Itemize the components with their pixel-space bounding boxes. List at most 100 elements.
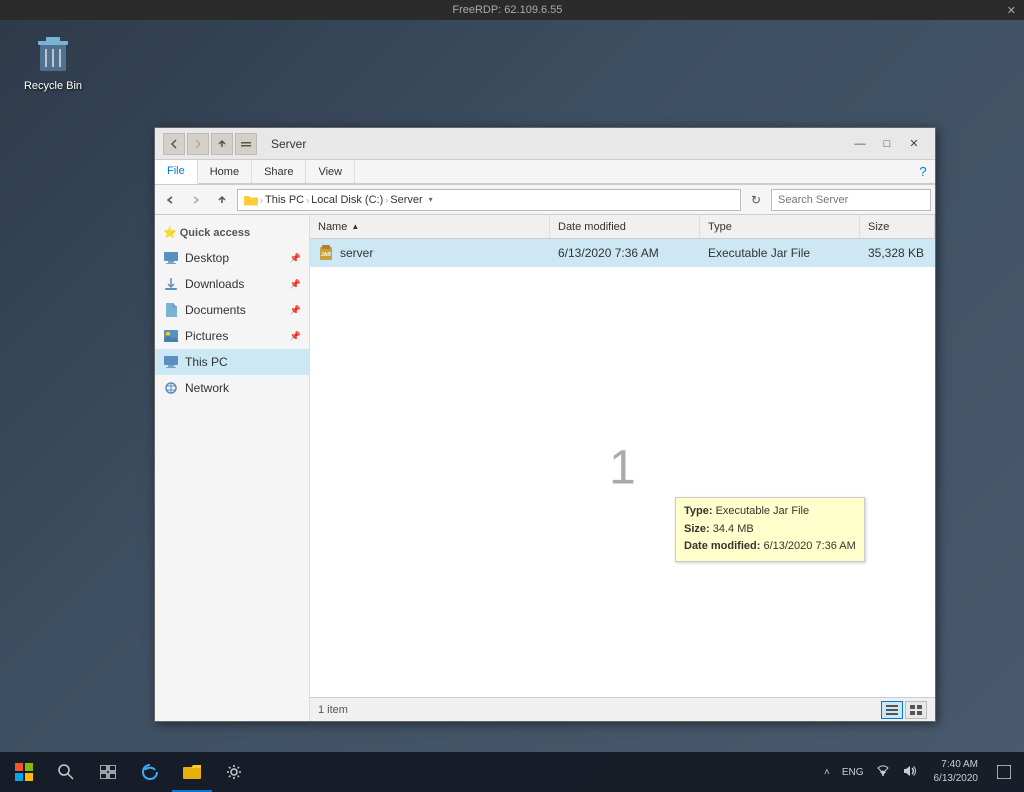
file-name: server — [340, 246, 373, 260]
tab-share[interactable]: Share — [252, 160, 306, 183]
pictures-icon — [163, 328, 179, 344]
status-bar: 1 item — [310, 697, 935, 721]
addr-local-disk[interactable]: Local Disk (C:) — [311, 194, 383, 206]
start-button[interactable] — [4, 752, 44, 792]
col-date-label: Date modified — [558, 221, 626, 233]
table-row[interactable]: JAR server 6/13/2020 7:36 AM Executable … — [310, 239, 935, 267]
file-list-body: JAR server 6/13/2020 7:36 AM Executable … — [310, 239, 935, 697]
explorer-window: Server — □ ✕ File Home Share View ? — [154, 127, 936, 722]
file-list-header: Name ▲ Date modified Type Size — [310, 215, 935, 239]
sidebar-item-pictures[interactable]: Pictures 📌 — [155, 323, 309, 349]
file-area: Name ▲ Date modified Type Size — [310, 215, 935, 721]
documents-label: Documents — [185, 303, 246, 317]
maximize-button[interactable]: □ — [874, 134, 900, 154]
tooltip-size-value: 34.4 MB — [713, 523, 754, 535]
network-label: Network — [185, 381, 229, 395]
help-icon[interactable]: ? — [911, 160, 935, 183]
status-count: 1 item — [318, 704, 348, 716]
addr-this-pc[interactable]: This PC — [265, 194, 304, 206]
taskbar: ˄ ENG 7:40 AM 6/13/2020 — [0, 752, 1024, 792]
file-name-cell: JAR server — [310, 239, 550, 267]
tooltip-type-value: Executable Jar File — [716, 505, 810, 517]
quick-access-label: ⭐ Quick access — [163, 226, 250, 239]
file-size: 35,328 KB — [868, 246, 924, 260]
systray-keyboard-label: ENG — [842, 767, 864, 778]
addr-sep-3: › — [385, 195, 388, 205]
systray-clock[interactable]: 7:40 AM 6/13/2020 — [926, 758, 987, 786]
col-header-name[interactable]: Name ▲ — [310, 215, 550, 238]
sidebar-item-downloads[interactable]: Downloads 📌 — [155, 271, 309, 297]
freerdp-close-button[interactable]: ✕ — [1007, 4, 1016, 17]
svg-text:JAR: JAR — [321, 252, 331, 258]
col-type-label: Type — [708, 221, 732, 233]
desktop-pin-icon: 📌 — [290, 253, 301, 264]
search-input[interactable] — [778, 194, 920, 206]
recycle-bin-label: Recycle Bin — [24, 80, 82, 92]
col-header-type[interactable]: Type — [700, 215, 860, 238]
address-path[interactable]: › This PC › Local Disk (C:) › Server ▾ — [237, 189, 741, 211]
col-size-label: Size — [868, 221, 889, 233]
close-button[interactable]: ✕ — [901, 134, 927, 154]
path-folder-icon — [244, 194, 258, 206]
freerdp-title: FreeRDP: 62.109.6.55 — [8, 4, 1007, 16]
addr-dropdown-icon[interactable]: ▾ — [423, 189, 439, 211]
this-pc-icon — [163, 354, 179, 370]
tooltip-type-label: Type: — [684, 505, 716, 517]
tab-home[interactable]: Home — [198, 160, 252, 183]
this-pc-label: This PC — [185, 355, 228, 369]
details-view-button[interactable] — [881, 701, 903, 719]
col-header-date[interactable]: Date modified — [550, 215, 700, 238]
window-toolbar-icon[interactable] — [235, 133, 257, 155]
notification-button[interactable] — [988, 752, 1020, 792]
nav-up-icon[interactable] — [211, 133, 233, 155]
desktop-icon — [163, 250, 179, 266]
addr-server[interactable]: Server — [390, 194, 422, 206]
systray-volume-icon[interactable] — [898, 763, 920, 782]
file-type-cell: Executable Jar File — [700, 239, 860, 267]
file-tooltip: Type: Executable Jar File Size: 34.4 MB … — [675, 497, 865, 562]
tooltip-type-line: Type: Executable Jar File — [684, 503, 856, 521]
documents-pin-icon: 📌 — [290, 305, 301, 316]
downloads-icon — [163, 276, 179, 292]
addr-refresh-button[interactable]: ↻ — [745, 189, 767, 211]
systray-chevron[interactable]: ˄ — [820, 765, 834, 780]
window-controls: — □ ✕ — [847, 134, 927, 154]
recycle-bin-desktop-icon[interactable]: Recycle Bin — [18, 28, 88, 92]
addr-up-button[interactable] — [211, 189, 233, 211]
tooltip-date-label: Date modified: — [684, 540, 763, 552]
tooltip-size-line: Size: 34.4 MB — [684, 521, 856, 539]
taskbar-search-button[interactable] — [46, 752, 86, 792]
sidebar-item-this-pc[interactable]: This PC — [155, 349, 309, 375]
view-toggle-buttons — [881, 701, 927, 719]
file-date-cell: 6/13/2020 7:36 AM — [550, 239, 700, 267]
addr-forward-button[interactable] — [185, 189, 207, 211]
sidebar-item-desktop[interactable]: Desktop 📌 — [155, 245, 309, 271]
col-header-size[interactable]: Size — [860, 215, 935, 238]
systray-network-icon[interactable] — [872, 763, 894, 782]
ribbon: File Home Share View ? — [155, 160, 935, 185]
systray-keyboard-icon[interactable]: ENG — [838, 765, 868, 780]
file-type: Executable Jar File — [708, 246, 810, 260]
taskbar-task-view-button[interactable] — [88, 752, 128, 792]
sidebar-item-documents[interactable]: Documents 📌 — [155, 297, 309, 323]
tab-view[interactable]: View — [306, 160, 355, 183]
minimize-button[interactable]: — — [847, 134, 873, 154]
systray: ˄ ENG — [816, 763, 924, 782]
network-icon — [163, 380, 179, 396]
tab-file[interactable]: File — [155, 160, 198, 184]
desktop: FreeRDP: 62.109.6.55 ✕ Recycle Bin — [0, 0, 1024, 792]
explorer-body: ⭐ Quick access Desktop 📌 Downloads 📌 — [155, 215, 935, 721]
taskbar-edge-button[interactable] — [130, 752, 170, 792]
addr-sep-1: › — [260, 195, 263, 205]
nav-back-icon[interactable] — [163, 133, 185, 155]
sort-indicator: ▲ — [351, 222, 359, 231]
addr-back-button[interactable] — [159, 189, 181, 211]
nav-forward-icon[interactable] — [187, 133, 209, 155]
addr-sep-2: › — [306, 195, 309, 205]
tiles-view-button[interactable] — [905, 701, 927, 719]
clock-time: 7:40 AM — [934, 758, 979, 772]
taskbar-settings-button[interactable] — [214, 752, 254, 792]
sidebar-item-network[interactable]: Network — [155, 375, 309, 401]
taskbar-explorer-button[interactable] — [172, 752, 212, 792]
file-count-number: 1 — [609, 441, 636, 496]
